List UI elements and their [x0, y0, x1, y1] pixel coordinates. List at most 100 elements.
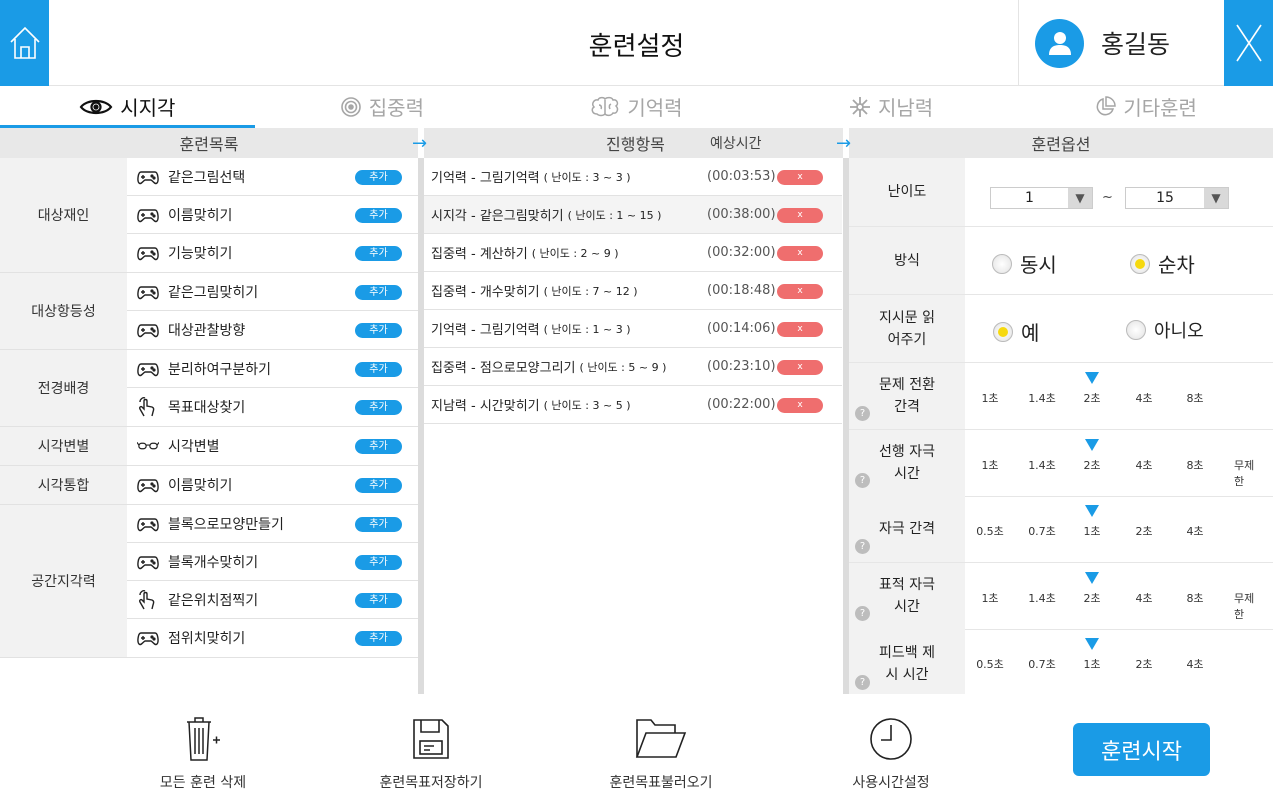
training-item[interactable]: 시각변별 추가	[127, 427, 418, 465]
user-profile[interactable]: 홍길동	[1018, 0, 1224, 86]
scale-tick[interactable]: 0.5초	[976, 523, 1004, 539]
scale-tick[interactable]: 8초	[1186, 457, 1203, 473]
help-icon[interactable]: ?	[855, 605, 870, 621]
training-item[interactable]: 목표대상찾기 추가	[127, 388, 418, 426]
scale-tick[interactable]: 4초	[1135, 390, 1152, 406]
save-target-button[interactable]: 훈련목표저장하기	[346, 714, 516, 792]
scale-tick[interactable]: 1초	[981, 457, 998, 473]
scale-tick[interactable]: 8초	[1186, 390, 1203, 406]
progress-row[interactable]: 기억력 - 그림기억력( 난이도 : 1 ~ 3 ) (00:14:06) x	[424, 310, 842, 348]
scale-tick[interactable]: 2초	[1083, 590, 1100, 606]
start-training-button[interactable]: 훈련시작	[1073, 723, 1210, 776]
scale-tick[interactable]: 4초	[1186, 523, 1203, 539]
difficulty-to-value: 15	[1156, 190, 1174, 206]
delete-all-button[interactable]: 모든 훈련 삭제	[118, 714, 288, 792]
scale-tick[interactable]: 1초	[1083, 656, 1100, 672]
add-button[interactable]: 추가	[355, 246, 402, 261]
training-item[interactable]: 같은위치점찍기 추가	[127, 581, 418, 619]
tab-visual-perception[interactable]: 시지각	[0, 86, 255, 128]
delete-button[interactable]: x	[777, 170, 823, 185]
scale-tick[interactable]: 2초	[1083, 457, 1100, 473]
progress-row[interactable]: 집중력 - 계산하기( 난이도 : 2 ~ 9 ) (00:32:00) x	[424, 234, 842, 272]
delete-button[interactable]: x	[777, 208, 823, 223]
add-button[interactable]: 추가	[355, 439, 402, 454]
delete-button[interactable]: x	[777, 398, 823, 413]
folder-open-icon	[635, 714, 687, 764]
add-button[interactable]: 추가	[355, 631, 402, 646]
tab-orientation[interactable]: 지남력	[764, 86, 1019, 127]
radio-mode-simultaneous[interactable]: 동시	[992, 249, 1057, 278]
home-button[interactable]	[0, 0, 49, 86]
add-button[interactable]: 추가	[355, 555, 402, 570]
delete-button[interactable]: x	[777, 360, 823, 375]
scale-tick[interactable]: 0.7초	[1028, 656, 1056, 672]
training-item[interactable]: 이름맞히기 추가	[127, 196, 418, 234]
add-button[interactable]: 추가	[355, 208, 402, 223]
group-label: 시각통합	[0, 466, 127, 504]
training-item[interactable]: 분리하여구분하기 추가	[127, 350, 418, 388]
scale-tick[interactable]: 2초	[1135, 523, 1152, 539]
delete-button[interactable]: x	[777, 322, 823, 337]
time-setting-button[interactable]: 사용시간설정	[806, 714, 976, 792]
tab-other-training[interactable]: 기타훈련	[1018, 86, 1273, 127]
tab-memory[interactable]: 기억력	[509, 86, 764, 127]
training-item[interactable]: 같은그림맞히기 추가	[127, 273, 418, 311]
help-icon[interactable]: ?	[855, 472, 870, 488]
scale-tick[interactable]: 2초	[1135, 656, 1152, 672]
radio-read-no[interactable]: 아니오	[1126, 317, 1204, 343]
delete-button[interactable]: x	[777, 284, 823, 299]
scale-tick[interactable]: 4초	[1186, 656, 1203, 672]
training-item[interactable]: 블록으로모양만들기 추가	[127, 505, 418, 543]
training-item[interactable]: 기능맞히기 추가	[127, 234, 418, 272]
scale-tick[interactable]: 1.4초	[1028, 390, 1056, 406]
add-button[interactable]: 추가	[355, 478, 402, 493]
progress-row[interactable]: 기억력 - 그림기억력( 난이도 : 3 ~ 3 ) (00:03:53) x	[424, 158, 842, 196]
scale-tick[interactable]: 4초	[1135, 590, 1152, 606]
progress-row[interactable]: 집중력 - 개수맞히기( 난이도 : 7 ~ 12 ) (00:18:48) x	[424, 272, 842, 310]
add-button[interactable]: 추가	[355, 362, 402, 377]
training-item[interactable]: 블록개수맞히기 추가	[127, 543, 418, 581]
scale-tick[interactable]: 2초	[1083, 390, 1100, 406]
glasses-icon	[137, 439, 159, 453]
scale-tick[interactable]: 0.5초	[976, 656, 1004, 672]
progress-row[interactable]: 시지각 - 같은그림맞히기( 난이도 : 1 ~ 15 ) (00:38:00) x	[424, 196, 842, 234]
scale-tick[interactable]: 1.4초	[1028, 590, 1056, 606]
delete-button[interactable]: x	[777, 246, 823, 261]
add-button[interactable]: 추가	[355, 323, 402, 338]
help-icon[interactable]: ?	[855, 406, 870, 421]
scale-tick[interactable]: 0.7초	[1028, 523, 1056, 539]
scale-tick[interactable]: 4초	[1135, 457, 1152, 473]
training-group: 전경배경 분리하여구분하기 추가 목표대상찾기 추가	[0, 350, 418, 427]
training-item[interactable]: 점위치맞히기 추가	[127, 619, 418, 657]
scale-tick[interactable]: 8초	[1186, 590, 1203, 606]
training-item[interactable]: 이름맞히기 추가	[127, 466, 418, 504]
scale-tick[interactable]: 무제한	[1234, 590, 1260, 622]
scale-tick[interactable]: 무제한	[1234, 457, 1260, 489]
load-target-button[interactable]: 훈련목표불러오기	[576, 714, 746, 792]
training-item[interactable]: 같은그림선택 추가	[127, 158, 418, 196]
progress-row[interactable]: 집중력 - 점으로모양그리기( 난이도 : 5 ~ 9 ) (00:23:10) x	[424, 348, 842, 386]
progress-difficulty: ( 난이도 : 2 ~ 9 )	[531, 246, 619, 260]
difficulty-from-select[interactable]: 1 ▼	[990, 187, 1093, 209]
scale-tick[interactable]: 1초	[981, 590, 998, 606]
difficulty-to-select[interactable]: 15 ▼	[1125, 187, 1229, 209]
progress-time: (00:23:10)	[707, 359, 776, 374]
scale-tick[interactable]: 1초	[981, 390, 998, 406]
progress-row[interactable]: 지남력 - 시간맞히기( 난이도 : 3 ~ 5 ) (00:22:00) x	[424, 386, 842, 424]
add-button[interactable]: 추가	[355, 400, 402, 415]
training-item-label: 목표대상찾기	[168, 400, 246, 416]
radio-mode-sequential[interactable]: 순차	[1130, 249, 1195, 278]
close-button[interactable]	[1224, 0, 1273, 86]
add-button[interactable]: 추가	[355, 593, 402, 608]
radio-read-yes[interactable]: 예	[993, 317, 1039, 346]
tab-concentration[interactable]: 집중력	[255, 86, 510, 127]
gamepad-icon	[137, 361, 159, 377]
add-button[interactable]: 추가	[355, 170, 402, 185]
scale-tick[interactable]: 1.4초	[1028, 457, 1056, 473]
add-button[interactable]: 추가	[355, 285, 402, 300]
training-item[interactable]: 대상관찰방향 추가	[127, 311, 418, 349]
scale-tick[interactable]: 1초	[1083, 523, 1100, 539]
help-icon[interactable]: ?	[855, 675, 870, 690]
add-button[interactable]: 추가	[355, 517, 402, 532]
help-icon[interactable]: ?	[855, 539, 870, 554]
